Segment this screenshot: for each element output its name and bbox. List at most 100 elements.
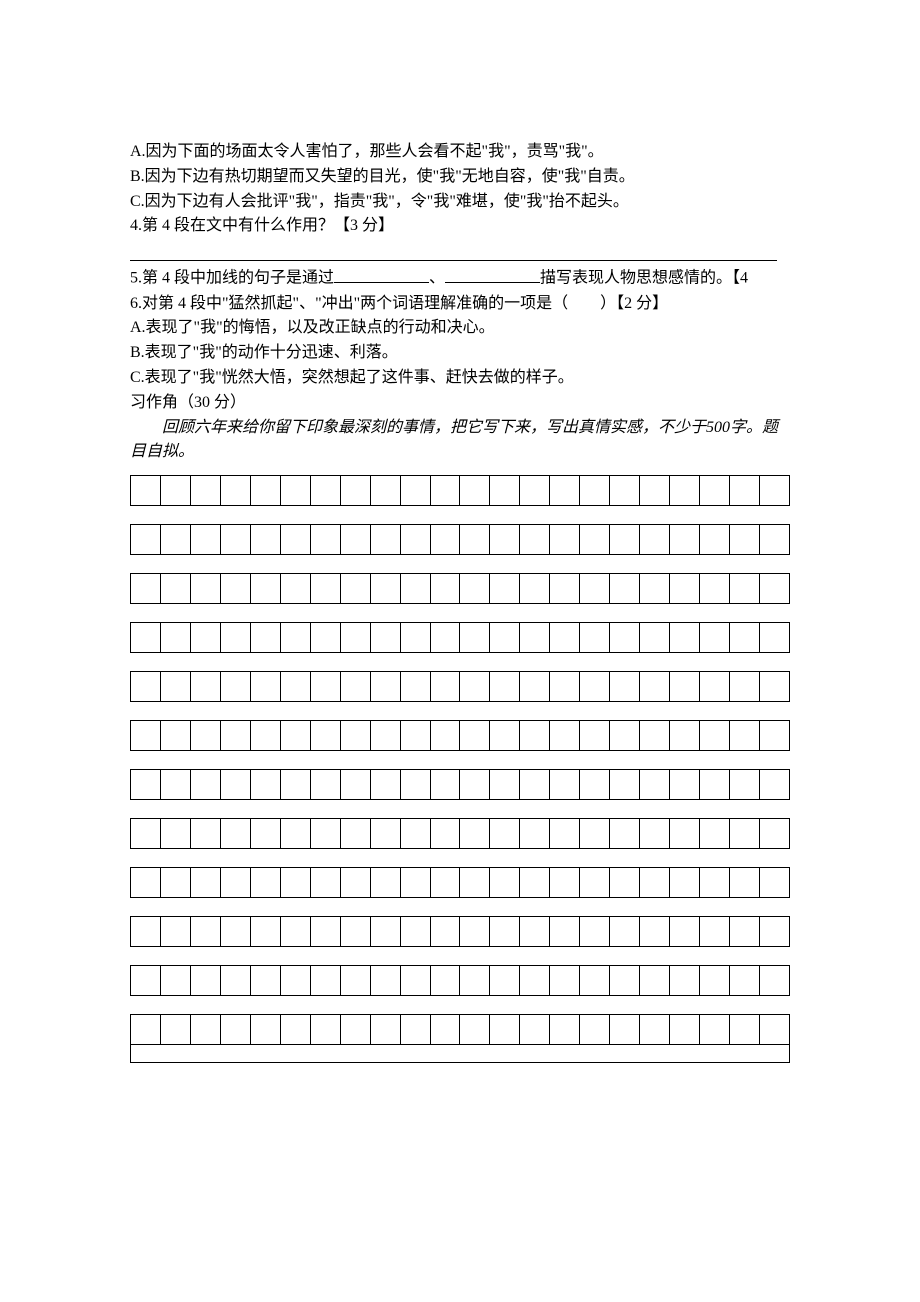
grid-cell[interactable] — [610, 819, 640, 848]
grid-cell[interactable] — [460, 623, 490, 652]
grid-cell[interactable] — [610, 672, 640, 701]
grid-cell[interactable] — [281, 966, 311, 995]
grid-cell[interactable] — [640, 672, 670, 701]
grid-row[interactable] — [130, 916, 790, 947]
grid-cell[interactable] — [251, 770, 281, 799]
grid-cell[interactable] — [281, 623, 311, 652]
grid-cell[interactable] — [700, 819, 730, 848]
grid-cell[interactable] — [191, 819, 221, 848]
grid-cell[interactable] — [221, 721, 251, 750]
grid-cell[interactable] — [431, 868, 461, 897]
grid-cell[interactable] — [311, 819, 341, 848]
grid-cell[interactable] — [520, 868, 550, 897]
grid-cell[interactable] — [161, 721, 191, 750]
grid-cell[interactable] — [610, 966, 640, 995]
grid-cell[interactable] — [580, 1015, 610, 1044]
grid-cell[interactable] — [460, 672, 490, 701]
grid-cell[interactable] — [281, 525, 311, 554]
grid-cell[interactable] — [700, 525, 730, 554]
grid-cell[interactable] — [431, 721, 461, 750]
grid-cell[interactable] — [371, 574, 401, 603]
grid-cell[interactable] — [610, 1015, 640, 1044]
grid-cell[interactable] — [640, 623, 670, 652]
grid-cell[interactable] — [251, 574, 281, 603]
grid-cell[interactable] — [131, 574, 161, 603]
grid-cell[interactable] — [131, 868, 161, 897]
grid-cell[interactable] — [550, 623, 580, 652]
grid-cell[interactable] — [281, 1015, 311, 1044]
grid-cell[interactable] — [460, 1015, 490, 1044]
grid-cell[interactable] — [580, 868, 610, 897]
grid-cell[interactable] — [251, 721, 281, 750]
grid-cell[interactable] — [311, 966, 341, 995]
grid-cell[interactable] — [341, 721, 371, 750]
grid-cell[interactable] — [670, 476, 700, 505]
grid-cell[interactable] — [460, 525, 490, 554]
grid-cell[interactable] — [161, 476, 191, 505]
grid-cell[interactable] — [371, 476, 401, 505]
grid-cell[interactable] — [760, 819, 789, 848]
grid-cell[interactable] — [550, 917, 580, 946]
grid-cell[interactable] — [670, 525, 700, 554]
grid-cell[interactable] — [251, 868, 281, 897]
grid-cell[interactable] — [700, 868, 730, 897]
grid-cell[interactable] — [131, 476, 161, 505]
grid-cell[interactable] — [520, 525, 550, 554]
grid-cell[interactable] — [760, 623, 789, 652]
grid-cell[interactable] — [730, 623, 760, 652]
grid-cell[interactable] — [131, 721, 161, 750]
grid-cell[interactable] — [401, 868, 431, 897]
grid-cell[interactable] — [251, 623, 281, 652]
grid-cell[interactable] — [580, 623, 610, 652]
grid-cell[interactable] — [610, 574, 640, 603]
grid-row[interactable] — [130, 622, 790, 653]
grid-cell[interactable] — [371, 966, 401, 995]
grid-cell[interactable] — [401, 819, 431, 848]
grid-cell[interactable] — [401, 721, 431, 750]
grid-cell[interactable] — [161, 623, 191, 652]
grid-cell[interactable] — [490, 770, 520, 799]
grid-cell[interactable] — [161, 868, 191, 897]
grid-cell[interactable] — [640, 966, 670, 995]
grid-cell[interactable] — [311, 525, 341, 554]
grid-cell[interactable] — [550, 966, 580, 995]
grid-cell[interactable] — [580, 917, 610, 946]
grid-cell[interactable] — [371, 868, 401, 897]
grid-cell[interactable] — [760, 672, 789, 701]
grid-cell[interactable] — [460, 721, 490, 750]
grid-cell[interactable] — [191, 525, 221, 554]
grid-cell[interactable] — [760, 525, 789, 554]
grid-cell[interactable] — [550, 672, 580, 701]
grid-cell[interactable] — [341, 525, 371, 554]
grid-cell[interactable] — [431, 819, 461, 848]
grid-row[interactable] — [130, 1014, 790, 1045]
grid-cell[interactable] — [670, 672, 700, 701]
grid-cell[interactable] — [431, 917, 461, 946]
grid-cell[interactable] — [371, 917, 401, 946]
grid-cell[interactable] — [431, 672, 461, 701]
grid-cell[interactable] — [281, 819, 311, 848]
grid-cell[interactable] — [550, 574, 580, 603]
grid-cell[interactable] — [221, 917, 251, 946]
grid-cell[interactable] — [640, 868, 670, 897]
grid-cell[interactable] — [550, 525, 580, 554]
grid-cell[interactable] — [221, 672, 251, 701]
grid-cell[interactable] — [191, 966, 221, 995]
grid-cell[interactable] — [431, 770, 461, 799]
grid-cell[interactable] — [700, 770, 730, 799]
grid-cell[interactable] — [550, 1015, 580, 1044]
grid-cell[interactable] — [580, 476, 610, 505]
grid-cell[interactable] — [221, 819, 251, 848]
grid-cell[interactable] — [191, 917, 221, 946]
grid-cell[interactable] — [700, 574, 730, 603]
grid-cell[interactable] — [281, 574, 311, 603]
grid-cell[interactable] — [520, 966, 550, 995]
grid-cell[interactable] — [730, 770, 760, 799]
grid-cell[interactable] — [161, 1015, 191, 1044]
grid-cell[interactable] — [610, 476, 640, 505]
grid-cell[interactable] — [580, 966, 610, 995]
grid-cell[interactable] — [580, 770, 610, 799]
grid-cell[interactable] — [131, 819, 161, 848]
grid-cell[interactable] — [700, 476, 730, 505]
grid-row[interactable] — [130, 573, 790, 604]
